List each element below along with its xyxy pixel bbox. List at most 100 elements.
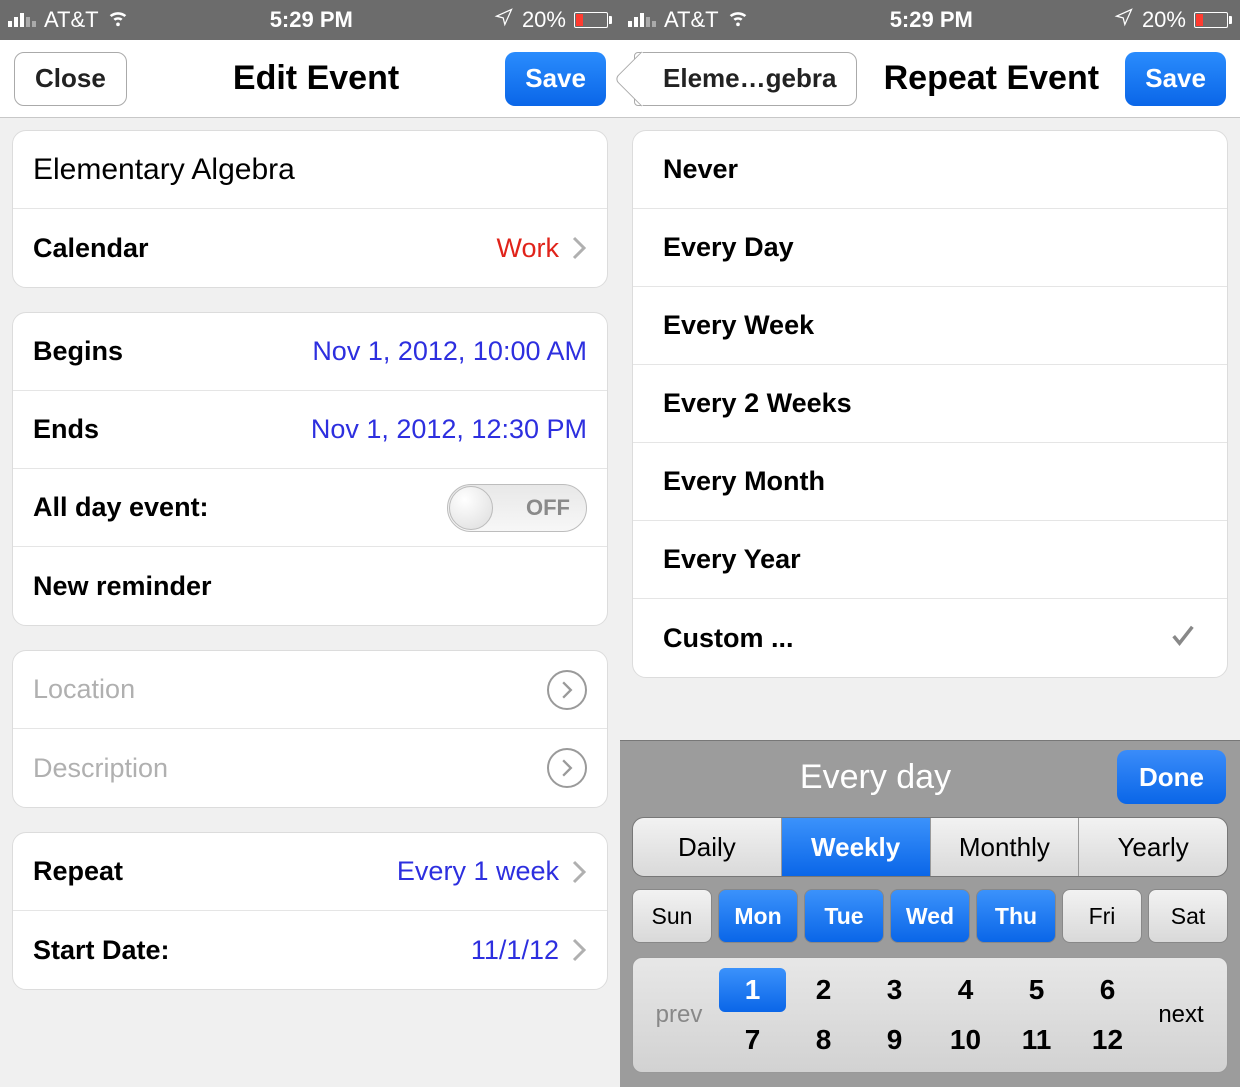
day-wed[interactable]: Wed — [890, 889, 970, 943]
calendar-value: Work — [496, 233, 559, 264]
begins-row[interactable]: Begins Nov 1, 2012, 10:00 AM — [13, 313, 607, 391]
save-button[interactable]: Save — [1125, 52, 1226, 106]
location-label: Location — [33, 674, 135, 705]
repeat-event-screen: AT&T 5:29 PM 20% Eleme…gebra Repeat Even… — [620, 0, 1240, 1087]
begins-value: Nov 1, 2012, 10:00 AM — [312, 336, 587, 367]
description-row[interactable]: Description — [13, 729, 607, 807]
battery-pct: 20% — [1142, 7, 1186, 33]
ends-value: Nov 1, 2012, 12:30 PM — [311, 414, 587, 445]
new-reminder-label: New reminder — [33, 571, 212, 602]
location-icon — [494, 7, 514, 33]
day-sun[interactable]: Sun — [632, 889, 712, 943]
day-thu[interactable]: Thu — [976, 889, 1056, 943]
option-label: Every Month — [663, 466, 825, 497]
repeat-label: Repeat — [33, 856, 123, 887]
weekday-row: Sun Mon Tue Wed Thu Fri Sat — [632, 889, 1228, 943]
interval-6[interactable]: 6 — [1074, 968, 1141, 1012]
repeat-option-every-2-weeks[interactable]: Every 2 Weeks — [633, 365, 1227, 443]
allday-label: All day event: — [33, 492, 209, 523]
wifi-icon — [727, 6, 749, 34]
calendar-label: Calendar — [33, 233, 149, 264]
close-button[interactable]: Close — [14, 52, 127, 106]
content: Calendar Work Begins Nov 1, 2012, 10:00 … — [0, 118, 620, 1087]
option-label: Never — [663, 154, 738, 185]
repeat-option-every-week[interactable]: Every Week — [633, 287, 1227, 365]
day-fri[interactable]: Fri — [1062, 889, 1142, 943]
freq-weekly[interactable]: Weekly — [782, 818, 931, 876]
toggle-knob-icon — [449, 486, 493, 530]
interval-10[interactable]: 10 — [932, 1018, 999, 1062]
interval-prev[interactable]: prev — [639, 1001, 719, 1029]
day-tue[interactable]: Tue — [804, 889, 884, 943]
nav-bar: Eleme…gebra Repeat Event Save — [620, 40, 1240, 118]
description-label: Description — [33, 753, 168, 784]
repeat-value: Every 1 week — [397, 856, 559, 887]
interval-5[interactable]: 5 — [1003, 968, 1070, 1012]
chevron-circle-icon — [547, 748, 587, 788]
interval-grid: 1 2 3 4 5 6 7 8 9 10 11 12 — [719, 968, 1141, 1062]
event-title-input[interactable] — [33, 153, 587, 187]
picker-title: Every day — [634, 758, 1117, 797]
clock: 5:29 PM — [270, 7, 353, 33]
interval-1[interactable]: 1 — [719, 968, 786, 1012]
freq-daily[interactable]: Daily — [633, 818, 782, 876]
repeat-option-every-month[interactable]: Every Month — [633, 443, 1227, 521]
chevron-right-icon — [571, 235, 587, 261]
interval-8[interactable]: 8 — [790, 1018, 857, 1062]
interval-next[interactable]: next — [1141, 1001, 1221, 1029]
location-row[interactable]: Location — [13, 651, 607, 729]
interval-12[interactable]: 12 — [1074, 1018, 1141, 1062]
interval-4[interactable]: 4 — [932, 968, 999, 1012]
start-date-label: Start Date: — [33, 935, 170, 966]
clock: 5:29 PM — [890, 7, 973, 33]
repeat-option-every-year[interactable]: Every Year — [633, 521, 1227, 599]
chevron-right-icon — [571, 937, 587, 963]
day-sat[interactable]: Sat — [1148, 889, 1228, 943]
status-bar: AT&T 5:29 PM 20% — [0, 0, 620, 40]
title-row[interactable] — [13, 131, 607, 209]
option-label: Every Day — [663, 232, 794, 263]
option-label: Every Year — [663, 544, 801, 575]
check-icon — [1169, 621, 1197, 656]
begins-label: Begins — [33, 336, 123, 367]
interval-7[interactable]: 7 — [719, 1018, 786, 1062]
ends-row[interactable]: Ends Nov 1, 2012, 12:30 PM — [13, 391, 607, 469]
freq-monthly[interactable]: Monthly — [931, 818, 1080, 876]
repeat-option-never[interactable]: Never — [633, 131, 1227, 209]
option-label: Custom ... — [663, 623, 794, 654]
page-title: Edit Event — [233, 59, 399, 98]
status-bar: AT&T 5:29 PM 20% — [620, 0, 1240, 40]
toggle-state: OFF — [526, 495, 570, 521]
interval-panel: prev 1 2 3 4 5 6 7 8 9 10 11 12 next — [632, 957, 1228, 1073]
signal-icon — [8, 13, 36, 27]
option-label: Every Week — [663, 310, 814, 341]
allday-row: All day event: OFF — [13, 469, 607, 547]
carrier-label: AT&T — [44, 7, 99, 33]
save-button[interactable]: Save — [505, 52, 606, 106]
repeat-option-custom[interactable]: Custom ... — [633, 599, 1227, 677]
interval-9[interactable]: 9 — [861, 1018, 928, 1062]
repeat-option-every-day[interactable]: Every Day — [633, 209, 1227, 287]
done-button[interactable]: Done — [1117, 750, 1226, 804]
freq-yearly[interactable]: Yearly — [1079, 818, 1227, 876]
calendar-row[interactable]: Calendar Work — [13, 209, 607, 287]
chevron-circle-icon — [547, 670, 587, 710]
allday-toggle[interactable]: OFF — [447, 484, 587, 532]
day-mon[interactable]: Mon — [718, 889, 798, 943]
ends-label: Ends — [33, 414, 99, 445]
option-label: Every 2 Weeks — [663, 388, 852, 419]
repeat-options-list: Never Every Day Every Week Every 2 Weeks… — [632, 130, 1228, 678]
signal-icon — [628, 13, 656, 27]
interval-2[interactable]: 2 — [790, 968, 857, 1012]
back-button[interactable]: Eleme…gebra — [634, 52, 857, 106]
wifi-icon — [107, 6, 129, 34]
start-date-row[interactable]: Start Date: 11/1/12 — [13, 911, 607, 989]
repeat-row[interactable]: Repeat Every 1 week — [13, 833, 607, 911]
new-reminder-row[interactable]: New reminder — [13, 547, 607, 625]
interval-3[interactable]: 3 — [861, 968, 928, 1012]
frequency-segmented: Daily Weekly Monthly Yearly — [632, 817, 1228, 877]
custom-picker-panel: Every day Done Daily Weekly Monthly Year… — [620, 740, 1240, 1087]
nav-bar: Close Edit Event Save — [0, 40, 620, 118]
page-title: Repeat Event — [884, 59, 1099, 98]
interval-11[interactable]: 11 — [1003, 1018, 1070, 1062]
